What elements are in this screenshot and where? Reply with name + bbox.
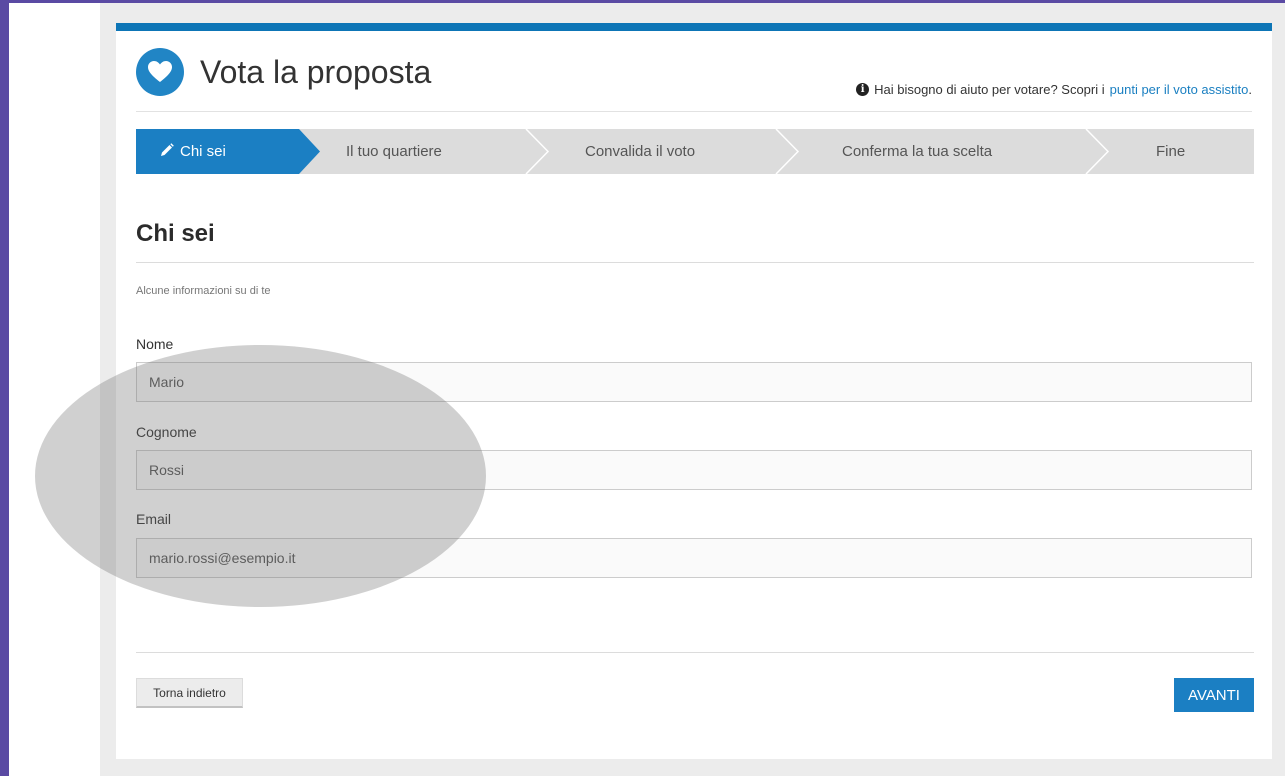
cognome-field[interactable] <box>136 450 1252 490</box>
help-text: Hai bisogno di aiuto per votare? Scopri … <box>874 82 1105 97</box>
pencil-icon <box>160 130 174 175</box>
page-title: Vota la proposta <box>200 54 432 90</box>
email-field[interactable] <box>136 538 1252 578</box>
step-fine[interactable]: Fine <box>1156 129 1185 174</box>
info-icon: i <box>856 83 870 96</box>
divider <box>136 652 1254 653</box>
cognome-label: Cognome <box>136 424 197 440</box>
email-label: Email <box>136 511 172 527</box>
section-title: Chi sei <box>136 220 215 247</box>
step-chi-sei[interactable]: Chi sei <box>160 129 226 174</box>
section-subtitle: Alcune informazioni su di te <box>136 285 271 297</box>
nome-field[interactable] <box>136 362 1252 402</box>
card-header: Vota la proposta i Hai bisogno di aiuto … <box>136 48 1252 112</box>
voting-card: Vota la proposta i Hai bisogno di aiuto … <box>116 23 1272 759</box>
step-conferma-la-tua-scelta[interactable]: Conferma la tua scelta <box>842 129 992 174</box>
screenshot-frame-left <box>0 0 9 776</box>
card-accent-bar <box>116 23 1272 31</box>
heart-icon <box>136 48 184 96</box>
voting-help: i Hai bisogno di aiuto per votare? Scopr… <box>856 82 1252 97</box>
next-button[interactable]: AVANTI <box>1174 678 1254 712</box>
step-il-tuo-quartiere[interactable]: Il tuo quartiere <box>346 129 442 174</box>
assisted-vote-link[interactable]: punti per il voto assistito <box>1110 82 1249 97</box>
back-button[interactable]: Torna indietro <box>136 678 243 708</box>
progress-steps: Chi sei Il tuo quartiere Convalida il vo… <box>136 129 1254 174</box>
screenshot-frame-top <box>0 0 1285 3</box>
step-convalida-il-voto[interactable]: Convalida il voto <box>585 129 695 174</box>
divider <box>136 262 1254 263</box>
nome-label: Nome <box>136 336 174 352</box>
